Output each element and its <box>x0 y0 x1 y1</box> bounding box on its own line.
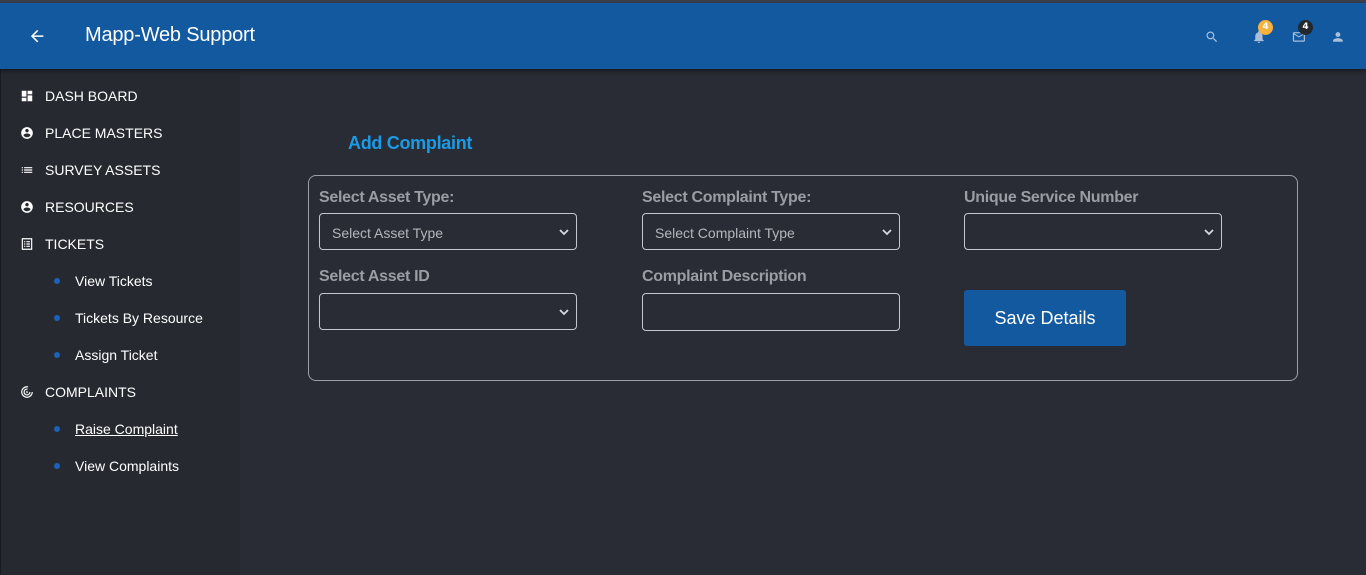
sidebar-item-place-masters[interactable]: PLACE MASTERS <box>1 118 241 148</box>
sidebar-subitem-view-complaints[interactable]: View Complaints <box>1 451 241 481</box>
bullet-dot <box>54 463 60 469</box>
sidebar-item-label: COMPLAINTS <box>45 384 137 400</box>
sidebar-item-label: RESOURCES <box>45 199 134 215</box>
service-number-select[interactable] <box>964 213 1222 250</box>
radar-icon <box>21 386 33 398</box>
search-button[interactable] <box>1201 26 1223 48</box>
asset-id-select[interactable] <box>319 293 577 330</box>
app-bar: Mapp-Web Support 4 4 <box>0 3 1366 69</box>
asset-id-label: Select Asset ID <box>319 268 430 285</box>
arrow-left-icon <box>30 29 44 43</box>
complaint-description-label: Complaint Description <box>642 268 807 285</box>
receipt-list-icon <box>21 238 33 250</box>
asset-type-label: Select Asset Type: <box>319 189 455 206</box>
profile-button[interactable] <box>1327 26 1349 48</box>
notification-count-badge: 4 <box>1258 20 1273 35</box>
complaint-type-select-value: Select Complaint Type <box>655 225 795 241</box>
mail-count-badge: 4 <box>1298 20 1313 35</box>
sidebar-subitem-label: Assign Ticket <box>75 347 158 363</box>
sidebar-item-label: PLACE MASTERS <box>45 125 163 141</box>
service-number-label: Unique Service Number <box>964 189 1139 206</box>
sidebar-item-label: SURVEY ASSETS <box>45 162 161 178</box>
sidebar-subitem-label: Tickets By Resource <box>75 310 203 326</box>
complaint-type-select[interactable]: Select Complaint Type <box>642 213 900 250</box>
sidebar-subitem-view-tickets[interactable]: View Tickets <box>1 266 241 296</box>
sidebar-item-survey-assets[interactable]: SURVEY ASSETS <box>1 155 241 185</box>
back-button[interactable] <box>24 23 50 49</box>
mail-button[interactable]: 4 <box>1288 20 1313 48</box>
sidebar-item-label: DASH BOARD <box>45 88 138 104</box>
bullet-dot <box>54 278 60 284</box>
sidebar-item-tickets[interactable]: TICKETS <box>1 229 241 259</box>
sidebar-subitem-label: Raise Complaint <box>75 421 178 437</box>
bullet-dot <box>54 352 60 358</box>
sidebar-item-resources[interactable]: RESOURCES <box>1 192 241 222</box>
account-circle-icon <box>21 201 33 213</box>
notifications-button[interactable]: 4 <box>1248 20 1273 48</box>
app-title: Mapp-Web Support <box>85 24 255 46</box>
sidebar-item-dashboard[interactable]: DASH BOARD <box>1 81 241 111</box>
dashboard-icon <box>21 90 33 102</box>
asset-type-select[interactable]: Select Asset Type <box>319 213 577 250</box>
bullet-dot <box>54 315 60 321</box>
sidebar-subitem-raise-complaint[interactable]: Raise Complaint <box>1 414 241 444</box>
user-icon <box>1333 32 1343 42</box>
asset-type-select-value: Select Asset Type <box>332 225 444 241</box>
list-icon <box>21 167 33 173</box>
save-details-button[interactable]: Save Details <box>964 290 1126 346</box>
sidebar-subitem-label: View Tickets <box>75 273 153 289</box>
sidebar-subitem-label: View Complaints <box>75 458 180 474</box>
bullet-dot <box>54 426 60 432</box>
page-title: Add Complaint <box>348 133 473 153</box>
sidebar-item-complaints[interactable]: COMPLAINTS <box>1 377 241 407</box>
complaint-description-input[interactable] <box>642 293 900 331</box>
chevron-down-icon <box>559 229 569 236</box>
sidebar: DASH BOARD PLACE MASTERS SURVEY ASSETS R… <box>0 69 240 575</box>
account-circle-icon <box>21 127 33 139</box>
sidebar-subitem-assign-ticket[interactable]: Assign Ticket <box>1 340 241 370</box>
chevron-down-icon <box>882 229 892 236</box>
complaint-type-label: Select Complaint Type: <box>642 189 812 206</box>
chevron-down-icon <box>1204 229 1214 236</box>
search-icon <box>1206 31 1218 43</box>
chevron-down-icon <box>559 309 569 316</box>
sidebar-item-label: TICKETS <box>45 236 105 252</box>
sidebar-subitem-tickets-by-resource[interactable]: Tickets By Resource <box>1 303 241 333</box>
